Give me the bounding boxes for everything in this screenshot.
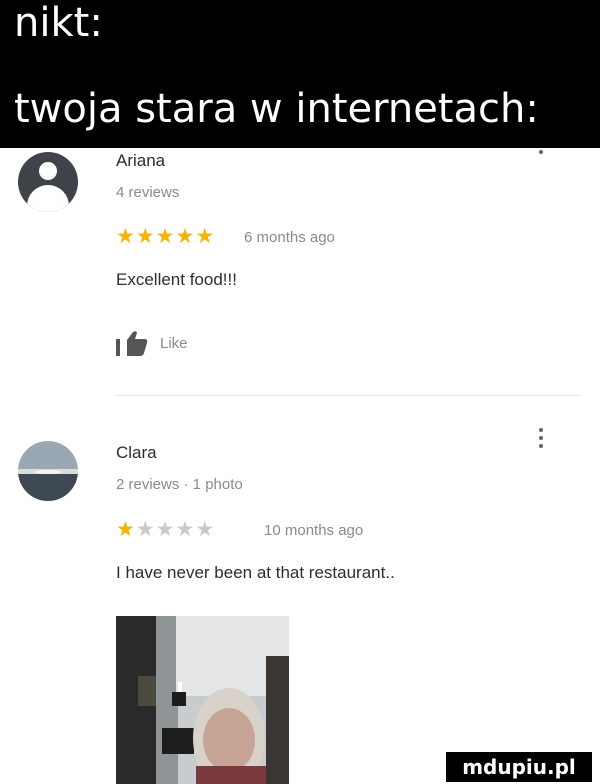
- reviewer-name[interactable]: Clara: [116, 443, 157, 463]
- meme-caption-line-1: nikt:: [14, 0, 103, 46]
- review-time: 10 months ago: [264, 522, 364, 539]
- star-icon: ★: [155, 225, 176, 248]
- meme-caption-line-2: twoja stara w internetach:: [14, 86, 539, 132]
- star-rating: ★★★★★: [116, 519, 215, 541]
- like-label: Like: [160, 334, 188, 352]
- star-icon: ★: [116, 225, 136, 248]
- star-icon: ★: [135, 225, 156, 248]
- like-button[interactable]: Like: [116, 330, 188, 356]
- watermark-logo: mdupiu.pl: [446, 752, 592, 782]
- review-divider: [116, 395, 580, 396]
- thumbs-up-icon: [116, 331, 148, 356]
- review-text: I have never been at that restaurant..: [116, 563, 395, 582]
- review-time: 6 months ago: [244, 229, 335, 246]
- star-icon: ★: [195, 225, 216, 248]
- reviewer-avatar-icon[interactable]: [18, 152, 78, 212]
- star-icon: ★: [135, 518, 156, 541]
- reviewer-meta: 2 reviews · 1 photo: [116, 476, 243, 493]
- reviewer-name[interactable]: Ariana: [116, 151, 165, 171]
- more-options-icon[interactable]: [538, 428, 544, 452]
- star-icon: ★: [175, 518, 196, 541]
- review-photo[interactable]: [116, 616, 289, 784]
- star-icon: ★: [155, 518, 176, 541]
- star-icon: ★: [116, 518, 136, 541]
- reviewer-avatar-icon[interactable]: [18, 441, 78, 501]
- review-text: Excellent food!!!: [116, 270, 237, 289]
- more-options-icon[interactable]: [538, 150, 544, 174]
- star-icon: ★: [195, 518, 216, 541]
- star-rating: ★★★★★: [116, 226, 215, 248]
- reviewer-meta: 4 reviews: [116, 184, 180, 201]
- star-icon: ★: [175, 225, 196, 248]
- meme-caption-banner: nikt: twoja stara w internetach:: [0, 0, 600, 148]
